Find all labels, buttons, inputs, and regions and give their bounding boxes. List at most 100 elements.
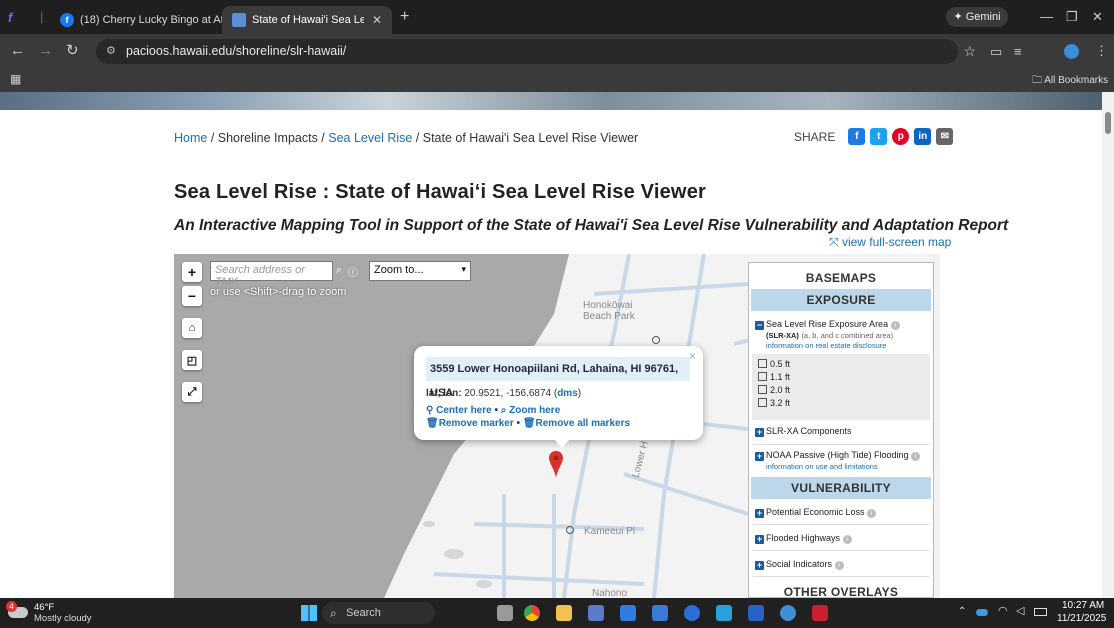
bookmark-star-icon[interactable]: ☆ <box>963 39 976 64</box>
level-0-5-option[interactable]: 0.5 ft <box>752 359 930 372</box>
fullscreen-button[interactable]: ⤢ <box>182 382 202 402</box>
economic-loss-layer[interactable]: + Potential Economic Loss i <box>749 507 933 521</box>
level-2-0-option[interactable]: 2.0 ft <box>752 385 930 398</box>
clock-date[interactable]: 11/21/2025 <box>1057 613 1106 624</box>
twitter-share-icon[interactable]: t <box>870 128 888 145</box>
fullscreen-link[interactable]: ⤧ view full-screen map <box>829 235 951 250</box>
real-estate-disclosure-link[interactable]: information on real estate disclosure <box>749 340 933 350</box>
breadcrumb-home[interactable]: Home <box>174 131 207 145</box>
tab-facebook[interactable]: f (18) Cherry Lucky Bingo at Ator ✕ <box>50 6 222 34</box>
vulnerability-header[interactable]: VULNERABILITY <box>751 477 931 499</box>
app-icon[interactable] <box>684 605 700 621</box>
remove-marker-link[interactable]: Remove marker <box>439 418 514 429</box>
basemaps-header[interactable]: BASEMAPS <box>751 267 931 289</box>
info-icon[interactable]: i <box>890 321 900 330</box>
zoom-out-button[interactable]: − <box>182 286 202 306</box>
flooded-highways-layer[interactable]: + Flooded Highways i <box>749 533 933 547</box>
collapse-icon[interactable]: − <box>755 321 764 330</box>
reload-icon[interactable]: ↻ <box>66 43 79 59</box>
app-icon[interactable] <box>780 605 796 621</box>
chevron-up-icon[interactable]: ⌃ <box>958 606 966 617</box>
exposure-header[interactable]: EXPOSURE <box>751 289 931 311</box>
email-share-icon[interactable]: ✉ <box>936 128 954 145</box>
app-icon[interactable] <box>652 605 668 621</box>
antivirus-icon[interactable] <box>812 605 828 621</box>
expand-icon[interactable]: + <box>755 452 764 461</box>
info-icon[interactable]: i <box>911 452 921 461</box>
social-indicators-layer[interactable]: + Social Indicators i <box>749 559 933 573</box>
zoom-box-button[interactable]: ◰ <box>182 350 202 370</box>
level-1-1-option[interactable]: 1.1 ft <box>752 372 930 385</box>
remove-all-markers-link[interactable]: Remove all markers <box>536 418 631 429</box>
expand-icon[interactable]: + <box>755 535 764 544</box>
file-explorer-icon[interactable] <box>556 605 572 621</box>
info-icon[interactable]: i <box>842 535 852 544</box>
checkbox[interactable] <box>758 398 767 407</box>
home-view-button[interactable]: ⌂ <box>182 318 202 338</box>
gemini-button[interactable]: ✦ Gemini <box>946 7 1008 27</box>
noaa-flooding-layer[interactable]: + NOAA Passive (High Tide) Flooding i <box>749 450 933 461</box>
taskbar-search[interactable]: ⌕ Search <box>322 602 435 624</box>
minimize-icon[interactable]: — <box>1040 9 1053 24</box>
task-view-icon[interactable] <box>497 605 513 621</box>
center-here-link[interactable]: Center here <box>436 405 492 416</box>
search-icon[interactable]: ⌕ <box>336 264 342 277</box>
restore-icon[interactable]: ❐ <box>1066 9 1078 25</box>
linkedin-share-icon[interactable]: in <box>914 128 932 145</box>
close-popup-button[interactable]: × <box>689 349 696 363</box>
checkbox[interactable] <box>758 385 767 394</box>
map-marker-icon[interactable] <box>548 450 564 480</box>
onedrive-icon[interactable] <box>976 609 988 616</box>
scrollbar-thumb[interactable] <box>1105 112 1111 134</box>
expand-icon[interactable]: + <box>755 428 764 437</box>
expand-icon[interactable]: + <box>755 561 764 570</box>
slrxa-layer[interactable]: − Sea Level Rise Exposure Area i <box>749 319 933 330</box>
app-icon[interactable] <box>620 605 636 621</box>
app-icon[interactable] <box>748 605 764 621</box>
breadcrumb-sea-level-rise[interactable]: Sea Level Rise <box>328 131 412 145</box>
map-viewer[interactable]: Honokōwai Beach Park Lower H Kameeui Pl … <box>174 254 940 598</box>
level-3-2-option[interactable]: 3.2 ft <box>752 398 930 411</box>
pinterest-share-icon[interactable]: p <box>892 128 910 145</box>
chrome-icon[interactable] <box>524 605 540 621</box>
battery-icon[interactable] <box>1034 608 1047 616</box>
checkbox[interactable] <box>758 372 767 381</box>
apps-grid-icon[interactable]: ▦ <box>10 72 21 86</box>
info-icon[interactable]: ⓘ <box>348 264 358 279</box>
start-windows-icon[interactable] <box>301 605 317 621</box>
forward-icon[interactable]: → <box>38 43 53 59</box>
slrxa-components-layer[interactable]: + SLR-XA Components <box>749 426 933 440</box>
pinned-app-icon[interactable]: f <box>8 10 12 25</box>
page-scrollbar[interactable] <box>1102 92 1114 598</box>
site-info-icon[interactable]: ⚙ <box>106 39 116 64</box>
extensions-icon[interactable]: ≡ <box>1014 44 1022 59</box>
dms-link[interactable]: dms <box>557 388 578 399</box>
weather-widget[interactable]: 4 46°F Mostly cloudy <box>6 601 98 625</box>
expand-icon[interactable]: + <box>755 509 764 518</box>
side-panel-icon[interactable]: ▭ <box>990 44 1002 60</box>
calculator-icon[interactable] <box>588 605 604 621</box>
all-bookmarks-button[interactable]: 🗀 All Bookmarks <box>1032 73 1108 90</box>
clock-time[interactable]: 10:27 AM <box>1062 600 1104 611</box>
zoom-here-link[interactable]: Zoom here <box>509 405 560 416</box>
checkbox[interactable] <box>758 359 767 368</box>
volume-icon[interactable]: ◁ <box>1016 604 1024 617</box>
zoom-to-select[interactable]: Zoom to... ▾ <box>369 261 471 281</box>
address-bar[interactable]: ⚙ pacioos.hawaii.edu/shoreline/slr-hawai… <box>96 39 976 64</box>
breadcrumb-shoreline[interactable]: Shoreline Impacts <box>218 131 318 145</box>
facebook-share-icon[interactable]: f <box>848 128 866 145</box>
close-window-icon[interactable]: ✕ <box>1092 9 1103 25</box>
menu-icon[interactable]: ⋮ <box>1095 43 1108 59</box>
zoom-in-button[interactable]: + <box>182 262 202 282</box>
other-overlays-header[interactable]: OTHER OVERLAYS <box>751 581 931 597</box>
profile-avatar[interactable] <box>1064 44 1079 59</box>
wifi-icon[interactable]: ◠ <box>998 604 1008 617</box>
new-tab-button[interactable]: + <box>400 8 409 26</box>
app-icon[interactable] <box>716 605 732 621</box>
back-icon[interactable]: ← <box>10 43 25 59</box>
noaa-limitations-link[interactable]: information on use and limitations <box>749 461 933 471</box>
tab-slr-viewer[interactable]: State of Hawai'i Sea Level Rise ✕ <box>222 6 392 34</box>
search-input[interactable]: Search address or TMK <box>210 261 333 288</box>
info-icon[interactable]: i <box>834 561 844 570</box>
info-icon[interactable]: i <box>867 509 877 518</box>
